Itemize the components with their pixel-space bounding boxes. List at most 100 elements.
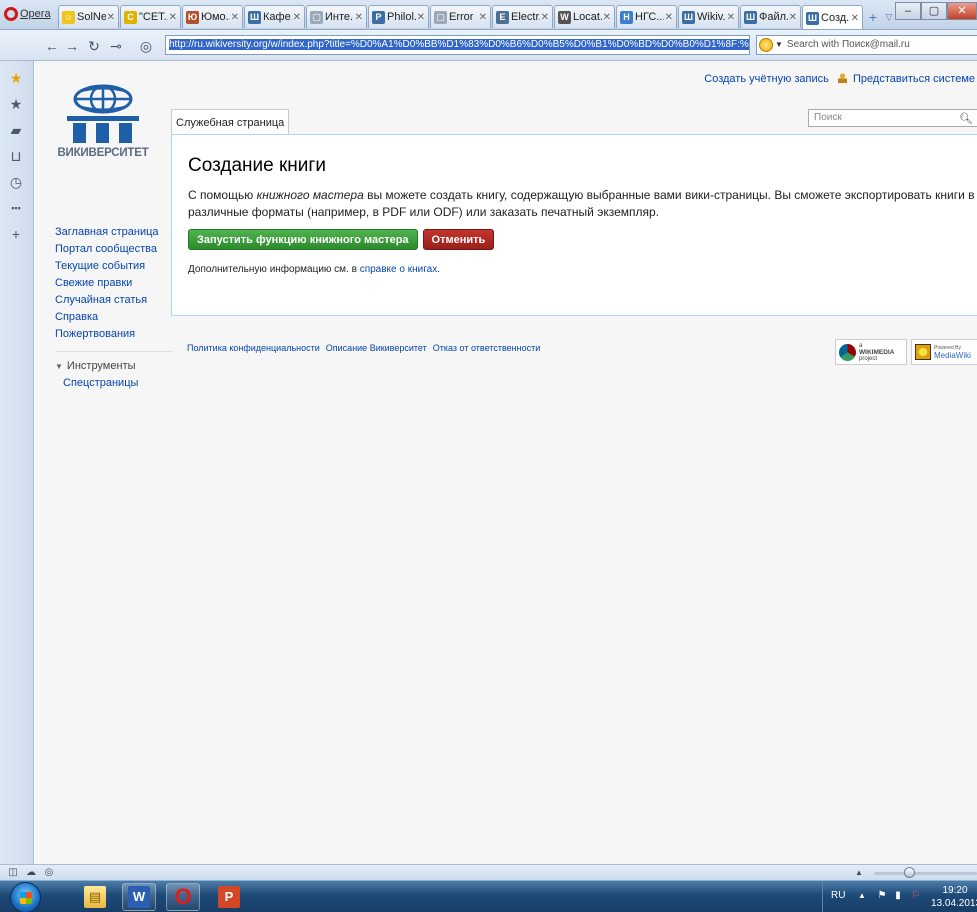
wikiversity-favicon: Ш bbox=[806, 11, 819, 25]
maximize-button[interactable]: ▢ bbox=[921, 2, 947, 20]
browser-tab[interactable]: ШФайл...✕ bbox=[740, 5, 801, 28]
books-help-link[interactable]: справке о книгах bbox=[360, 264, 438, 275]
browser-tab[interactable]: ШСозд...✕ bbox=[802, 5, 863, 29]
browser-tab[interactable]: ▢Инте...✕ bbox=[306, 5, 367, 28]
bookmarks-panel-icon[interactable]: ★ bbox=[7, 95, 25, 113]
back-arrow-icon[interactable]: ← bbox=[42, 36, 62, 56]
sidebar-item[interactable]: Свежие правки bbox=[55, 275, 173, 292]
browser-tab[interactable]: HНГС....✕ bbox=[616, 5, 677, 28]
browser-status-bar: ◫ ☁ ◎ ▲ bbox=[0, 864, 977, 880]
wikiversity-logo[interactable] bbox=[53, 81, 153, 181]
login-link[interactable]: Представиться системе bbox=[853, 73, 975, 85]
signal-icon[interactable]: ▮ bbox=[891, 889, 905, 903]
notes-panel-icon[interactable]: ▰ bbox=[7, 121, 25, 139]
browser-tab[interactable]: ☺SolNe...✕ bbox=[58, 5, 119, 28]
widgets-panel-icon[interactable]: ▪▪▪ bbox=[7, 199, 25, 217]
sidebar-item[interactable]: Случайная статья bbox=[55, 292, 173, 309]
browser-tab-label: Wikiv... bbox=[697, 11, 726, 23]
speed-dial-icon[interactable]: ◎ bbox=[42, 866, 56, 880]
browser-tab-label: Кафе... bbox=[263, 11, 292, 23]
powered-by-mediawiki-badge[interactable]: Powered By MediaWiki bbox=[911, 339, 977, 365]
browser-tab[interactable]: ШКафе...✕ bbox=[244, 5, 305, 28]
browser-tab[interactable]: PPhilol...✕ bbox=[368, 5, 429, 28]
sidebar-item[interactable]: Портал сообщества bbox=[55, 241, 173, 258]
close-tab-icon[interactable]: ✕ bbox=[727, 12, 735, 23]
close-tab-icon[interactable]: ✕ bbox=[107, 12, 115, 23]
close-tab-icon[interactable]: ✕ bbox=[417, 12, 425, 23]
electr-favicon: E bbox=[496, 10, 509, 24]
tray-expand-icon[interactable]: ▲ bbox=[855, 889, 869, 903]
close-tab-icon[interactable]: ✕ bbox=[293, 12, 301, 23]
tab-menu-chevron-icon[interactable]: ▽ bbox=[882, 8, 896, 26]
sidebar-item[interactable]: Справка bbox=[55, 309, 173, 326]
footer-link[interactable]: Описание Викиверситет bbox=[326, 343, 427, 353]
start-book-creator-button[interactable]: Запустить функцию книжного мастера bbox=[188, 229, 418, 250]
close-tab-icon[interactable]: ✕ bbox=[851, 13, 859, 24]
zoom-slider-handle[interactable] bbox=[904, 867, 915, 878]
tab-special-page[interactable]: Служебная страница bbox=[171, 109, 290, 135]
close-tab-icon[interactable]: ✕ bbox=[355, 12, 363, 23]
personal-tools: Создать учётную запись Представиться сис… bbox=[704, 73, 975, 85]
explorer-taskbar-button[interactable]: ▤ bbox=[78, 883, 112, 911]
clock[interactable]: 19:20 13.04.2013 bbox=[931, 884, 977, 910]
address-input[interactable]: http://ru.wikiversity.org/w/index.php?ti… bbox=[165, 35, 750, 55]
close-tab-icon[interactable]: ✕ bbox=[665, 12, 673, 23]
minimize-button[interactable]: – bbox=[895, 2, 921, 20]
browser-tab-label: Error bbox=[449, 11, 474, 23]
network-icon[interactable]: ⚑ bbox=[875, 889, 889, 903]
opera-side-panel: ★ ★ ▰ ⊔ ◷ ▪▪▪ + bbox=[0, 61, 34, 864]
reload-icon[interactable]: ↻ bbox=[84, 36, 104, 56]
key-icon[interactable]: ⊸ bbox=[106, 36, 126, 56]
zoom-slider[interactable] bbox=[874, 872, 977, 875]
close-tab-icon[interactable]: ✕ bbox=[479, 12, 487, 23]
bookmark-star-icon[interactable]: ★ bbox=[7, 69, 25, 87]
opera-menu-button[interactable]: Opera bbox=[2, 3, 55, 25]
forward-arrow-icon[interactable]: → bbox=[62, 36, 82, 56]
sidebar-item[interactable]: Текущие события bbox=[55, 258, 173, 275]
site-info-icon[interactable]: ◎ bbox=[136, 36, 156, 56]
create-account-link[interactable]: Создать учётную запись bbox=[704, 73, 829, 85]
search-input[interactable]: Поиск 🔍︎ bbox=[808, 109, 977, 127]
action-center-icon[interactable]: ⚐ bbox=[909, 889, 923, 903]
browser-tab[interactable]: ▢ Error ✕ bbox=[430, 5, 491, 28]
start-button[interactable] bbox=[10, 882, 41, 912]
downloads-panel-icon[interactable]: ⊔ bbox=[7, 147, 25, 165]
browser-tab-label: Electr... bbox=[511, 11, 540, 23]
web-search-input[interactable]: ▼ Search with Поиск@mail.ru bbox=[756, 35, 977, 55]
close-tab-icon[interactable]: ✕ bbox=[541, 12, 549, 23]
browser-tab[interactable]: EElectr...✕ bbox=[492, 5, 553, 28]
cloud-icon[interactable]: ☁ bbox=[24, 866, 38, 880]
browser-tab[interactable]: WLocat...✕ bbox=[554, 5, 615, 28]
tools-section-header[interactable]: ▼ Инструменты bbox=[55, 351, 173, 375]
sidebar-item-special-pages[interactable]: Спецстраницы bbox=[63, 375, 173, 392]
new-tab-button[interactable]: + bbox=[864, 8, 882, 26]
close-tab-icon[interactable]: ✕ bbox=[169, 12, 177, 23]
close-tab-icon[interactable]: ✕ bbox=[603, 12, 611, 23]
clock-time: 19:20 bbox=[942, 885, 968, 896]
close-tab-icon[interactable]: ✕ bbox=[231, 12, 239, 23]
powerpoint-taskbar-button[interactable]: P bbox=[212, 883, 246, 911]
window-controls: – ▢ ✕ bbox=[895, 2, 977, 20]
search-icon[interactable]: 🔍︎ bbox=[959, 111, 973, 127]
sidebar-item[interactable]: Заглавная страница bbox=[55, 224, 173, 241]
main-content: Создание книги С помощью книжного мастер… bbox=[171, 134, 977, 316]
history-clock-icon[interactable]: ◷ bbox=[7, 173, 25, 191]
wikimedia-badge-text: a WIKIMEDIA project bbox=[859, 343, 894, 362]
footer-link[interactable]: Отказ от ответственности bbox=[433, 343, 540, 353]
chevron-up-icon[interactable]: ▲ bbox=[852, 866, 866, 880]
footer-link[interactable]: Политика конфиденциальности bbox=[187, 343, 320, 353]
add-panel-icon[interactable]: + bbox=[7, 225, 25, 243]
close-window-button[interactable]: ✕ bbox=[947, 2, 977, 20]
browser-tab[interactable]: С"СЕТ...✕ bbox=[120, 5, 181, 28]
opera-taskbar-button[interactable]: O bbox=[166, 883, 200, 911]
wikimedia-project-badge[interactable]: a WIKIMEDIA project bbox=[835, 339, 907, 365]
sidebar-item[interactable]: Пожертвования bbox=[55, 326, 173, 343]
browser-tab[interactable]: ЮЮмо...✕ bbox=[182, 5, 243, 28]
word-taskbar-button[interactable]: W bbox=[122, 883, 156, 911]
chevron-down-icon[interactable]: ▼ bbox=[775, 36, 783, 54]
cancel-button[interactable]: Отменить bbox=[422, 229, 495, 250]
close-tab-icon[interactable]: ✕ bbox=[789, 12, 797, 23]
browser-tab[interactable]: ШWikiv...✕ bbox=[678, 5, 739, 28]
language-indicator[interactable]: RU bbox=[831, 890, 845, 901]
panel-toggle-icon[interactable]: ◫ bbox=[6, 866, 20, 880]
